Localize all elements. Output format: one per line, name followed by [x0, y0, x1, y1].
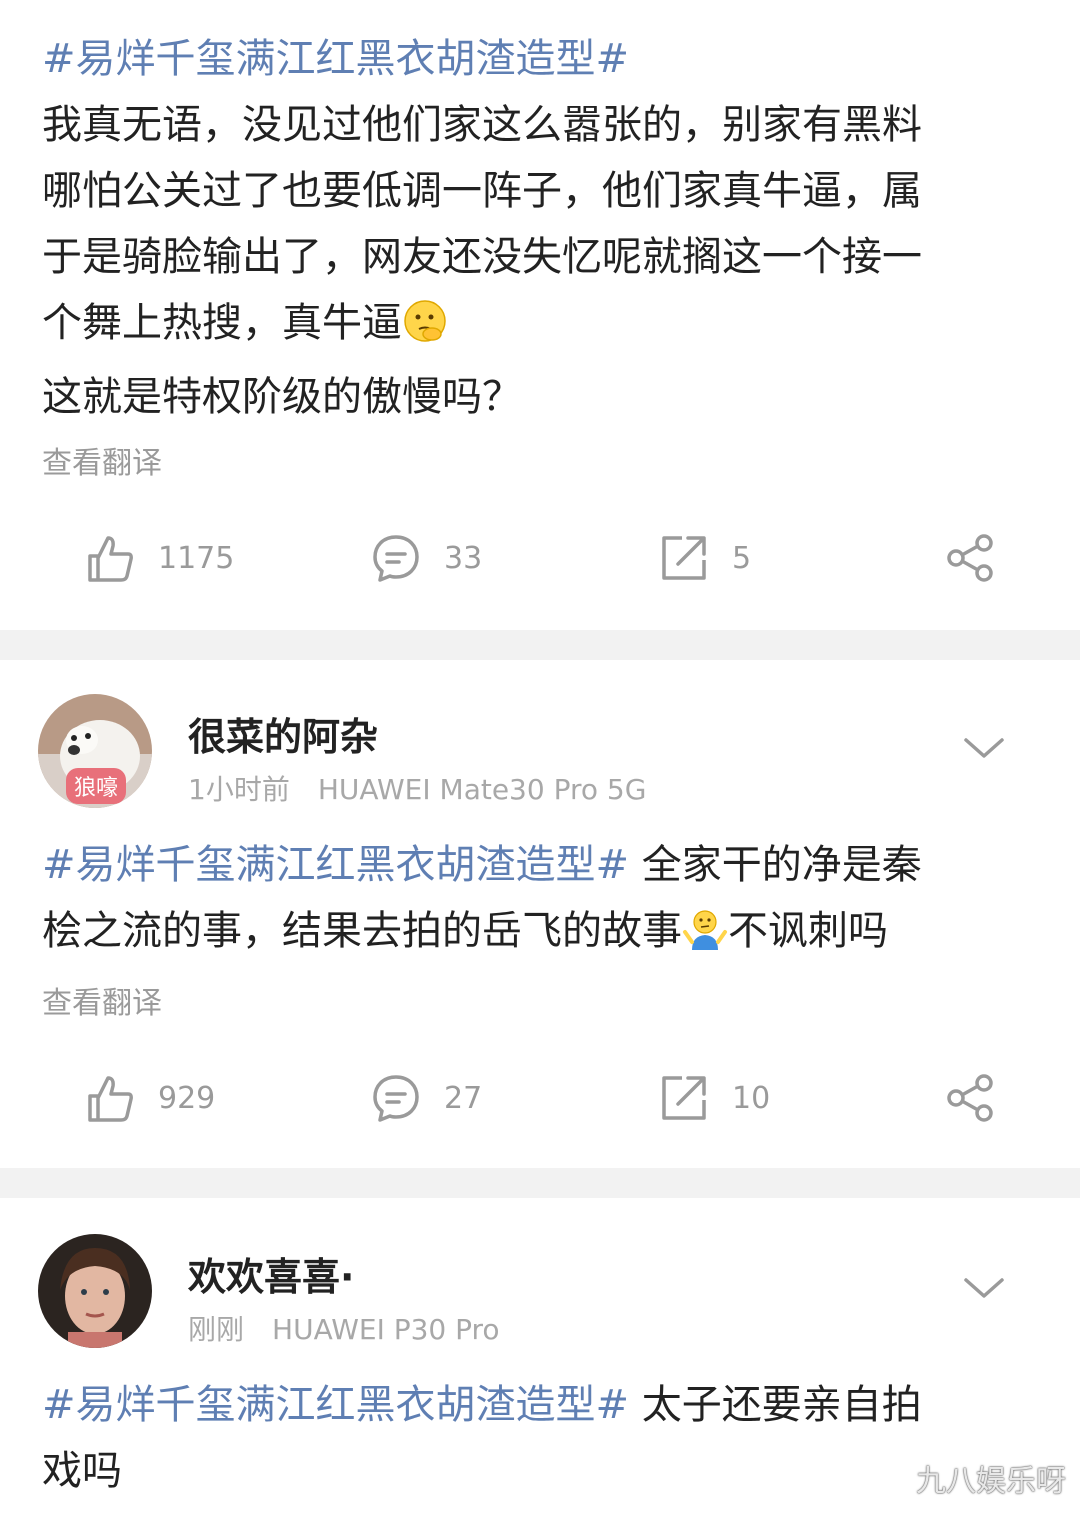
post-time: 1小时前: [188, 773, 290, 806]
post-1-line-4-wrap: 个舞上热搜，真牛逼: [42, 290, 1042, 364]
post-1-actions: 1175 33 5: [0, 528, 1080, 588]
post-meta: 刚刚 HUAWEI P30 Pro: [188, 1308, 500, 1348]
like-button[interactable]: 1175: [84, 528, 234, 588]
repost-icon: [662, 1076, 706, 1120]
translate-link[interactable]: 查看翻译: [42, 978, 162, 1022]
username[interactable]: 欢欢喜喜·: [188, 1246, 354, 1301]
user-badge: 狼嚎: [66, 768, 127, 804]
post-1-line-1: 我真无语，没见过他们家这么嚣张的，别家有黑料: [42, 102, 922, 148]
post-2-hashtag[interactable]: #易烊千玺满江红黑衣胡渣造型#: [42, 842, 629, 888]
watermark: 九八娱乐呀: [916, 1464, 1066, 1499]
post-3-header: 欢欢喜喜· 刚刚 HUAWEI P30 Pro: [0, 1234, 1080, 1354]
repost-count: 10: [732, 1080, 771, 1116]
separator: [0, 630, 1080, 660]
comment-button[interactable]: 33: [370, 528, 482, 588]
thumbs-up-icon: [88, 536, 133, 582]
post-1-hashtag[interactable]: #易烊千玺满江红黑衣胡渣造型#: [42, 36, 629, 82]
comment-count: 27: [444, 1080, 483, 1116]
post-device: HUAWEI Mate30 Pro 5G: [317, 773, 647, 806]
username[interactable]: 很菜的阿杂: [188, 706, 378, 761]
share-button[interactable]: [944, 1068, 996, 1128]
post-3-text-b: 戏吗: [42, 1448, 122, 1494]
post-device: HUAWEI P30 Pro: [272, 1313, 500, 1346]
post-2-text-a: 全家干的净是秦: [629, 842, 922, 888]
share-icon: [947, 534, 993, 582]
post-1-line-5: 这就是特权阶级的傲慢吗？: [42, 374, 522, 420]
post-2-text: #易烊千玺满江红黑衣胡渣造型# 全家干的净是秦 桧之流的事，结果去拍的岳飞的故事…: [42, 832, 1042, 972]
post-1: #易烊千玺满江红黑衣胡渣造型# 我真无语，没见过他们家这么嚣张的，别家有黑料 哪…: [0, 0, 1080, 630]
comment-button[interactable]: 27: [370, 1068, 482, 1128]
post-3-hashtag[interactable]: #易烊千玺满江红黑衣胡渣造型#: [42, 1382, 629, 1428]
repost-count: 5: [732, 540, 752, 576]
avatar[interactable]: [38, 1234, 152, 1348]
post-time: 刚刚: [188, 1313, 245, 1346]
repost-icon: [662, 536, 706, 580]
post-2: 狼嚎 很菜的阿杂 1小时前 HUAWEI Mate30 Pro 5G #易烊千玺满…: [0, 660, 1080, 1168]
post-meta: 1小时前 HUAWEI Mate30 Pro 5G: [188, 768, 646, 808]
shrug-emoji-icon: [682, 906, 728, 972]
comment-bubble-icon: [373, 1075, 419, 1122]
chevron-down-icon[interactable]: [962, 734, 1006, 762]
thinking-face-emoji-icon: [402, 298, 448, 364]
share-button[interactable]: [944, 528, 996, 588]
comment-count: 33: [444, 540, 483, 576]
share-icon: [947, 1074, 993, 1122]
post-2-text-b: 桧之流的事，结果去拍的岳飞的故事: [42, 908, 682, 954]
like-count: 1175: [158, 540, 235, 576]
chevron-down-icon[interactable]: [962, 1274, 1006, 1302]
post-2-actions: 929 27 10: [0, 1068, 1080, 1128]
post-1-line-4: 个舞上热搜，真牛逼: [42, 300, 402, 346]
comment-bubble-icon: [373, 535, 419, 582]
post-1-line-3: 于是骑脸输出了，网友还没失忆呢就搁这一个接一: [42, 234, 922, 280]
post-1-line-2: 哪怕公关过了也要低调一阵子，他们家真牛逼，属: [42, 168, 922, 214]
like-button[interactable]: 929: [84, 1068, 215, 1128]
post-3-text-a: 太子还要亲自拍: [629, 1382, 922, 1428]
repost-button[interactable]: 10: [658, 1068, 770, 1128]
repost-button[interactable]: 5: [658, 528, 751, 588]
post-3-text: #易烊千玺满江红黑衣胡渣造型# 太子还要亲自拍 戏吗: [42, 1372, 1042, 1504]
post-1-text: #易烊千玺满江红黑衣胡渣造型# 我真无语，没见过他们家这么嚣张的，别家有黑料 哪…: [42, 26, 1042, 430]
like-count: 929: [158, 1080, 216, 1116]
separator: [0, 1168, 1080, 1198]
post-2-header: 狼嚎 很菜的阿杂 1小时前 HUAWEI Mate30 Pro 5G: [0, 694, 1080, 814]
thumbs-up-icon: [88, 1076, 133, 1122]
post-2-text-c: 不讽刺吗: [728, 908, 888, 954]
translate-link[interactable]: 查看翻译: [42, 438, 162, 482]
